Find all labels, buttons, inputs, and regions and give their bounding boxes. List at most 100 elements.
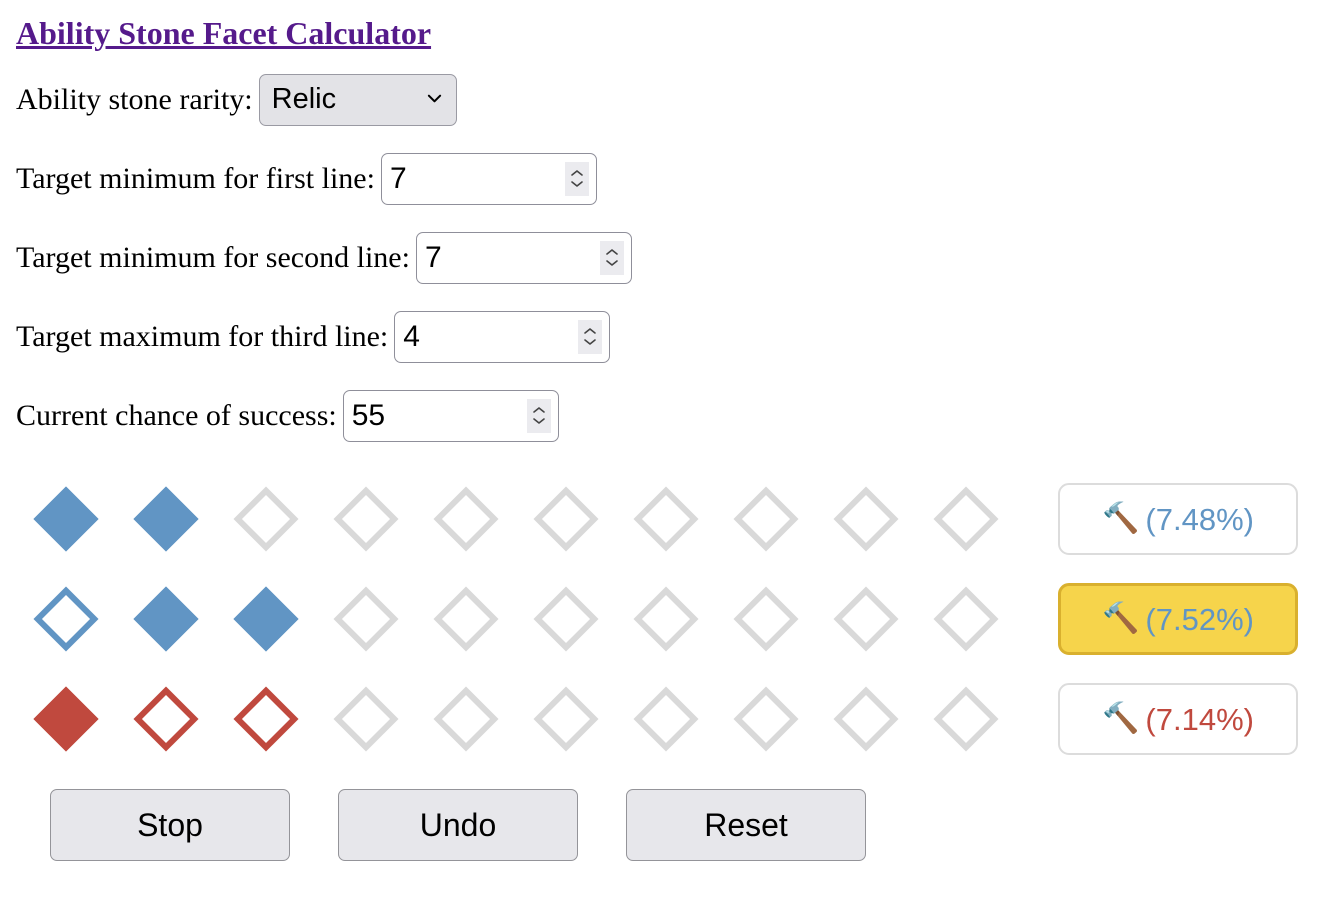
facet-diamond-empty [333, 586, 399, 652]
facet-cell [716, 486, 816, 552]
facet-cell [116, 586, 216, 652]
second-line-input[interactable]: 7 [415, 231, 632, 284]
facet-cell [816, 686, 916, 752]
facet-diamond-blue-filled [133, 486, 199, 552]
facet-diamond-empty [933, 486, 999, 552]
second-line-row: Target minimum for second line: 7 [16, 218, 1322, 297]
facet-diamonds-second-line [16, 586, 1036, 652]
third-line-stepper[interactable] [578, 319, 603, 354]
hammer-icon: 🔨 [1102, 701, 1140, 737]
first-line-row: Target minimum for first line: 7 [16, 139, 1322, 218]
chevron-down-icon [427, 91, 442, 106]
facet-cell [16, 586, 116, 652]
second-line-label: Target minimum for second line: [16, 240, 410, 274]
chance-input[interactable]: 55 [342, 389, 559, 442]
chance-label: Current chance of success: [16, 398, 337, 432]
third-line-label: Target maximum for third line: [16, 319, 389, 353]
facet-diamond-blue-outline [33, 586, 99, 652]
second-line-stepper[interactable] [599, 240, 624, 275]
hammer-icon: 🔨 [1102, 601, 1140, 637]
reset-button[interactable]: Reset [626, 789, 866, 862]
third-line-value: 4 [403, 319, 420, 353]
roll-probability-label: (7.14%) [1145, 701, 1254, 737]
facet-cell [416, 486, 516, 552]
facet-cell [616, 486, 716, 552]
facet-cell [316, 686, 416, 752]
chance-stepper[interactable] [526, 398, 551, 433]
facet-cell [916, 586, 1016, 652]
chance-row: Current chance of success: 55 [16, 376, 1322, 455]
roll-probability-label: (7.52%) [1145, 601, 1254, 637]
facet-cell [216, 586, 316, 652]
facet-diamonds-third-line [16, 686, 1036, 752]
facet-diamond-red-outline [133, 686, 199, 752]
facet-cell [416, 686, 516, 752]
facet-diamond-empty [533, 586, 599, 652]
stop-button[interactable]: Stop [50, 789, 290, 862]
facet-cell [916, 686, 1016, 752]
facet-cell [116, 686, 216, 752]
undo-button[interactable]: Undo [338, 789, 578, 862]
facet-row-second-line: 🔨 (7.52%) [16, 569, 1322, 669]
facet-cell [716, 586, 816, 652]
rarity-row: Ability stone rarity: Relic [16, 60, 1322, 139]
facet-diamond-empty [833, 686, 899, 752]
action-bar: Stop Undo Reset [50, 789, 1322, 862]
facet-diamond-empty [433, 686, 499, 752]
third-line-input[interactable]: 4 [394, 310, 611, 363]
facet-diamond-empty [633, 586, 699, 652]
first-line-stepper[interactable] [564, 161, 589, 196]
facet-cell [816, 486, 916, 552]
facet-diamonds-first-line [16, 486, 1036, 552]
chance-value: 55 [351, 398, 386, 432]
first-line-value: 7 [389, 161, 407, 195]
rarity-selected-value: Relic [271, 83, 337, 116]
facet-cell [416, 586, 516, 652]
facet-cell [216, 686, 316, 752]
rarity-select[interactable]: Relic [258, 73, 457, 126]
third-line-row: Target maximum for third line: 4 [16, 297, 1322, 376]
facet-diamond-empty [433, 486, 499, 552]
facet-cell [616, 686, 716, 752]
facet-diamond-empty [533, 686, 599, 752]
first-line-label: Target minimum for first line: [16, 161, 375, 195]
facet-cell [516, 686, 616, 752]
facet-diamond-red-outline [233, 686, 299, 752]
facet-diamond-empty [333, 686, 399, 752]
roll-button-third-line[interactable]: 🔨 (7.14%) [1058, 683, 1298, 756]
facet-diamond-red-filled [33, 686, 99, 752]
facet-diamond-blue-filled [233, 586, 299, 652]
facet-diamond-empty [233, 486, 299, 552]
facet-diamond-empty [533, 486, 599, 552]
facet-diamond-empty [433, 586, 499, 652]
facet-diamond-empty [933, 686, 999, 752]
facet-cell [916, 486, 1016, 552]
facet-diamond-blue-filled [133, 586, 199, 652]
roll-button-first-line[interactable]: 🔨 (7.48%) [1058, 483, 1298, 556]
facet-cell [616, 586, 716, 652]
second-line-value: 7 [424, 240, 442, 274]
facet-diamond-empty [633, 686, 699, 752]
facet-cell [816, 586, 916, 652]
hammer-icon: 🔨 [1102, 501, 1140, 537]
facet-cell [16, 486, 116, 552]
facet-cell [716, 686, 816, 752]
facet-diamond-empty [733, 586, 799, 652]
page-title[interactable]: Ability Stone Facet Calculator [16, 14, 431, 52]
facet-row-third-line: 🔨 (7.14%) [16, 669, 1322, 769]
facet-diamond-empty [633, 486, 699, 552]
roll-probability-label: (7.48%) [1145, 501, 1254, 537]
facet-diamond-empty [833, 486, 899, 552]
roll-button-second-line[interactable]: 🔨 (7.52%) [1058, 583, 1298, 656]
facet-diamond-empty [933, 586, 999, 652]
facet-diamond-blue-filled [33, 486, 99, 552]
first-line-input[interactable]: 7 [380, 152, 597, 205]
facet-diamond-empty [833, 586, 899, 652]
facet-cell [316, 586, 416, 652]
facet-diamond-empty [733, 486, 799, 552]
facet-grid: 🔨 (7.48%) 🔨 (7.52%) 🔨 (7.14%) [16, 469, 1322, 769]
facet-cell [516, 586, 616, 652]
facet-diamond-empty [333, 486, 399, 552]
facet-cell [316, 486, 416, 552]
facet-row-first-line: 🔨 (7.48%) [16, 469, 1322, 569]
